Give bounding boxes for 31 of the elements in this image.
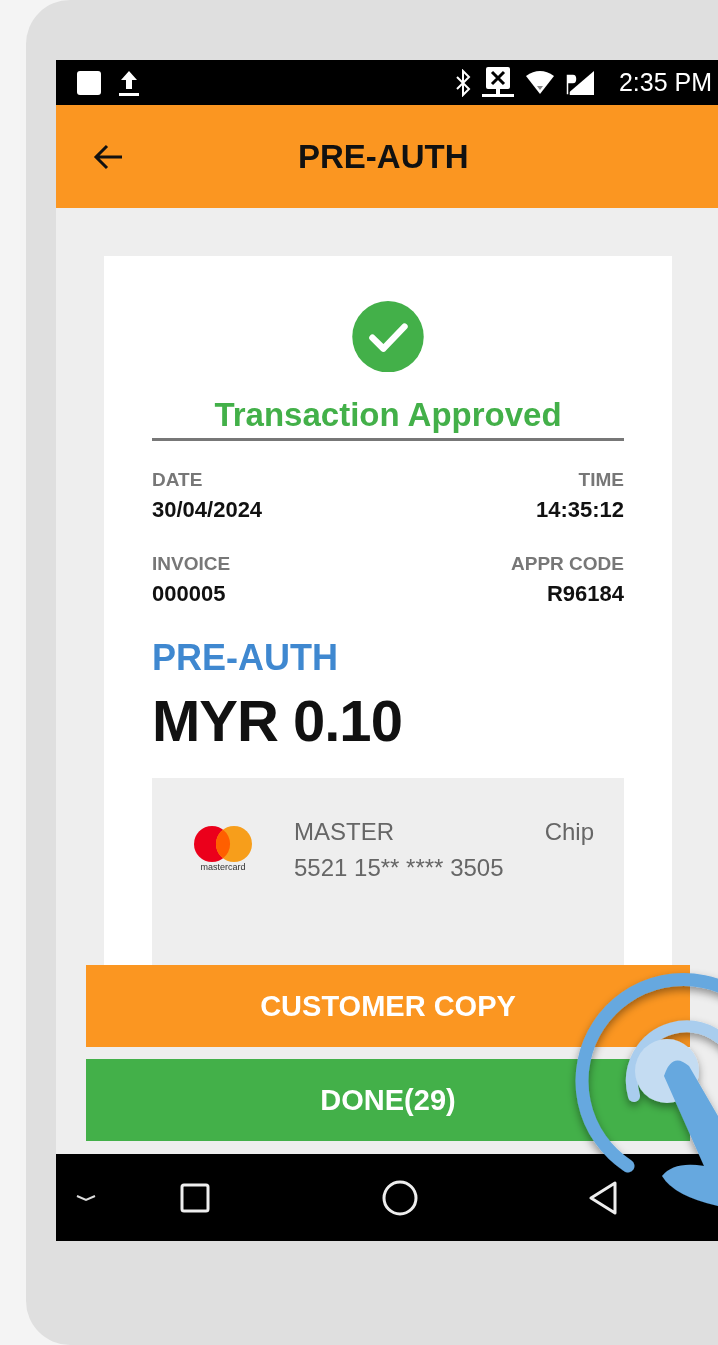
overlapping-circles-icon [194,826,252,863]
signal-icon [564,69,595,96]
transaction-status: Transaction Approved [152,396,624,442]
network-error-icon [480,65,515,100]
transaction-type: PRE-AUTH [152,637,339,680]
card-number: 5521 15** **** 3505 [294,854,505,883]
recent-apps-icon[interactable] [180,1182,210,1213]
bluetooth-icon [454,68,471,97]
copy-button[interactable]: CUSTOMER COPY [86,965,690,1047]
field-value: 30/04/2024 [152,497,264,524]
home-icon[interactable] [382,1179,418,1216]
field-label: TIME [578,469,624,492]
chevron-down-icon[interactable] [76,1193,96,1202]
check-circle-icon [349,301,427,373]
field-value: R96184 [546,581,624,608]
brand-wordmark: mastercard [200,862,246,873]
entry-mode: Chip [544,818,594,847]
back-icon[interactable] [588,1180,618,1215]
field-value: 14:35:12 [535,497,624,524]
field-label: INVOICE [152,553,232,576]
field-label: DATE [152,469,204,492]
screen-title: PRE-AUTH [298,137,469,176]
card-brand: MASTER [294,818,394,847]
field-value: 000005 [152,581,227,608]
amount: MYR 0.10 [152,687,403,755]
field-label: APPR CODE [511,553,624,576]
back-arrow-icon[interactable] [92,142,124,171]
status-time: 2:35 PM [618,68,712,97]
wifi-icon [524,69,555,96]
square-icon [76,69,102,96]
done-button[interactable]: DONE(29) [86,1059,690,1141]
